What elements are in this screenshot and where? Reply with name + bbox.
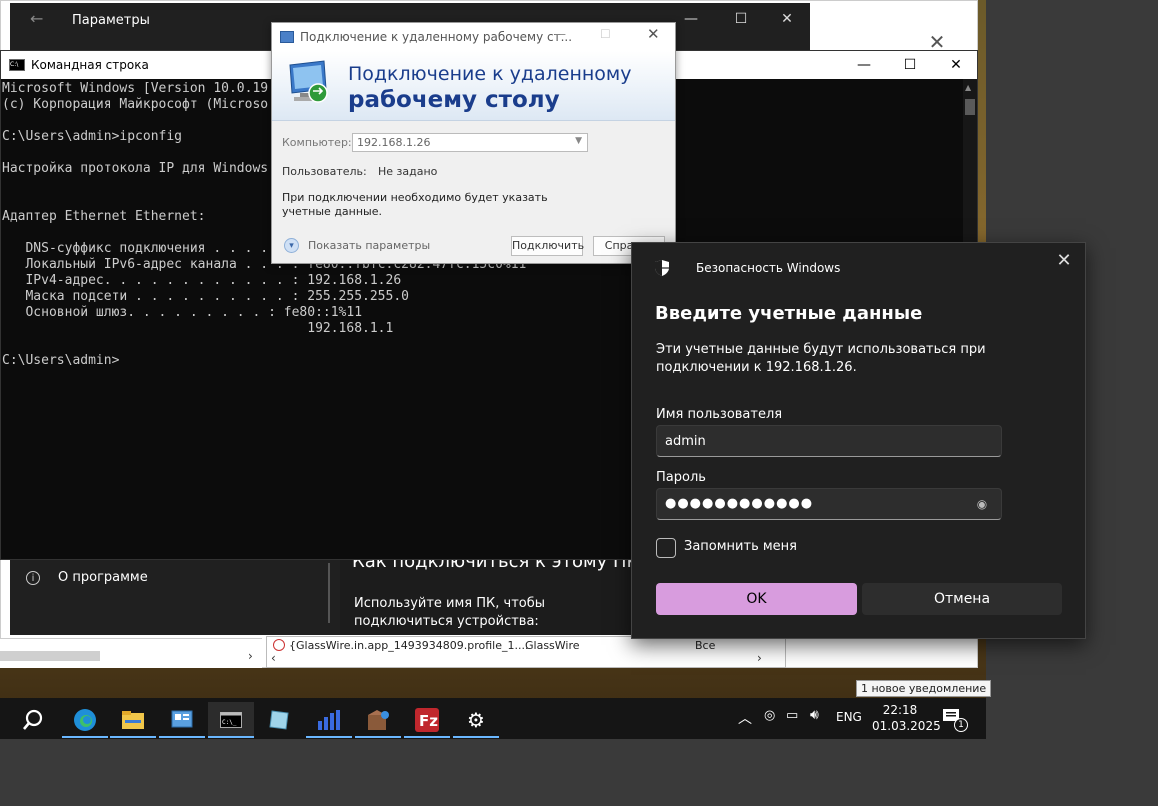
screen-bottom-area [0, 739, 1158, 806]
taskbar: C:\_ Fz ⚙ ︿ ◎ ▭ 🔊︎ ENG 22:18 01.03.2025 … [0, 698, 986, 739]
section-description: Используйте имя ПК, чтобы подключиться у… [354, 596, 546, 629]
chevron-up-icon[interactable]: ︿ [738, 708, 752, 728]
shield-icon [655, 260, 669, 276]
rdp-heading-line2: рабочему столу [348, 87, 560, 113]
rdp-monitor-icon [289, 60, 328, 103]
explorer-icon[interactable] [110, 702, 156, 738]
scroll-up-icon[interactable]: ▲ [965, 83, 971, 92]
clock-date: 01.03.2025 [872, 719, 941, 733]
chevron-down-icon: ▼ [575, 136, 582, 146]
show-options-link[interactable]: Показать параметры [308, 239, 430, 252]
chevron-down-icon[interactable]: ▾ [284, 238, 299, 253]
package-icon[interactable] [355, 702, 401, 738]
edge-icon[interactable] [62, 702, 108, 738]
console-line: Маска подсети . . . . . . . . . . : 255.… [2, 289, 409, 304]
maximize-button[interactable]: ☐ [887, 49, 933, 81]
cancel-button[interactable]: Отмена [862, 583, 1062, 615]
minimize-button[interactable]: — [554, 27, 566, 41]
chevron-right-icon[interactable]: › [248, 649, 253, 663]
password-label: Пароль [656, 470, 706, 485]
reveal-password-icon[interactable]: ◉ [972, 494, 992, 514]
user-label: Пользователь: [282, 165, 367, 178]
horizontal-scrollbar[interactable] [0, 651, 100, 661]
svg-text:C:\_: C:\_ [222, 719, 237, 726]
maximize-button[interactable]: ☐ [718, 3, 764, 35]
rdp-heading-line1: Подключение к удаленному [348, 63, 632, 85]
chevron-right-icon[interactable]: › [757, 651, 762, 665]
remember-me-checkbox[interactable] [656, 538, 676, 558]
ok-button[interactable]: OK [656, 583, 857, 615]
maximize-button: ☐ [600, 27, 611, 41]
console-line: 192.168.1.1 [2, 321, 394, 336]
rdp-note: При подключении необходимо будет указать… [282, 191, 548, 218]
close-button[interactable]: ✕ [764, 3, 810, 35]
close-button[interactable]: ✕ [1052, 249, 1076, 273]
volume-icon[interactable]: 🔊︎ [810, 707, 819, 723]
list-item-app: GlassWire [525, 639, 580, 652]
list-item-scope: Все [695, 639, 716, 652]
list-panel-left: › [0, 638, 262, 668]
username-input[interactable]: admin [656, 425, 1002, 457]
close-button[interactable]: ✕ [647, 25, 660, 43]
list-panel: {GlassWire.in.app_1493934809.profile_1..… [266, 636, 786, 668]
cmd-icon: C:\ [9, 59, 25, 71]
dialog-app-name: Безопасность Windows [696, 261, 841, 275]
control-panel-icon[interactable] [159, 702, 205, 738]
scrollbar-thumb[interactable] [965, 99, 975, 115]
notification-badge: 1 [954, 718, 968, 732]
console-line: IPv4-адрес. . . . . . . . . . . . : 192.… [2, 273, 402, 288]
computer-label: Компьютер: [282, 136, 352, 149]
computer-select: 192.168.1.26 ▼ [352, 133, 588, 152]
settings-icon[interactable]: ⚙ [453, 702, 499, 738]
windows-security-dialog: Безопасность Windows ✕ Введите учетные д… [631, 242, 1086, 639]
rdp-titlebar[interactable]: Подключение к удаленному рабочему ст... … [272, 23, 675, 51]
computer-value: 192.168.1.26 [357, 136, 431, 149]
window-title: Командная строка [31, 58, 149, 72]
notes-icon[interactable] [256, 702, 302, 738]
blocked-icon [273, 639, 285, 651]
meet-icon[interactable]: ◎ [764, 708, 775, 723]
connect-button[interactable]: Подключить [511, 236, 584, 256]
filezilla-icon[interactable]: Fz [404, 702, 450, 738]
user-value: Не задано [378, 165, 438, 178]
settings-sidebar: i О программе [10, 563, 328, 635]
list-item-name[interactable]: {GlassWire.in.app_1493934809.profile_1..… [289, 639, 528, 652]
remember-me-label[interactable]: Запомнить меня [684, 539, 797, 554]
info-icon: i [26, 571, 40, 585]
console-line: C:\Users\admin> [2, 353, 120, 368]
language-indicator[interactable]: ENG [836, 710, 862, 724]
minimize-button[interactable]: — [841, 49, 887, 81]
sidebar-item-about[interactable]: О программе [58, 570, 148, 585]
close-button[interactable]: ✕ [933, 49, 979, 81]
network-icon[interactable]: ▭ [786, 708, 798, 723]
notification-tooltip: 1 новое уведомление [856, 680, 992, 697]
password-input[interactable]: ●●●●●●●●●●●● [656, 488, 1002, 520]
glasswire-icon[interactable] [306, 702, 352, 738]
rdp-header: Подключение к удаленному рабочему столу [272, 51, 675, 121]
divider [328, 563, 330, 623]
back-arrow-icon[interactable]: ← [30, 9, 43, 28]
svg-text:Fz: Fz [419, 712, 438, 730]
rdp-app-icon [280, 31, 294, 43]
rdp-dialog: Подключение к удаленному рабочему ст... … [271, 22, 676, 264]
console-line: Основной шлюз. . . . . . . . . : fe80::1… [2, 305, 363, 320]
window-title: Параметры [72, 13, 150, 28]
dialog-description: Эти учетные данные будут использоваться … [656, 342, 986, 375]
search-icon[interactable] [10, 702, 56, 738]
clock-time: 22:18 [882, 703, 918, 717]
clock[interactable]: 22:18 01.03.2025 [872, 702, 941, 734]
window-title: Подключение к удаленному рабочему ст... [300, 30, 573, 44]
username-label: Имя пользователя [656, 407, 783, 422]
dialog-title: Введите учетные данные [655, 303, 923, 324]
chevron-left-icon[interactable]: ‹ [271, 651, 276, 665]
cmd-icon[interactable]: C:\_ [208, 702, 254, 738]
